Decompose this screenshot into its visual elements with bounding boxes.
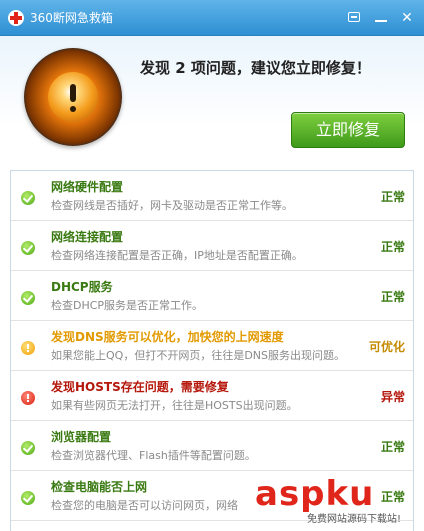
menu-button[interactable] bbox=[344, 8, 364, 28]
minimize-icon bbox=[375, 20, 387, 22]
item-status: 正常 bbox=[380, 190, 405, 204]
watermark: aspku 免费网站源码下载站! bbox=[255, 474, 420, 531]
app-logo-icon bbox=[8, 10, 24, 26]
watermark-subtitle: 免费网站源码下载站! bbox=[307, 514, 402, 525]
alert-inner bbox=[48, 72, 98, 122]
result-headline: 发现 2 项问题，建议您立即修复！ bbox=[140, 59, 371, 77]
item-title: 发现DNS服务可以优化，加快您的上网速度 bbox=[51, 330, 284, 344]
alert-icon bbox=[24, 48, 122, 146]
item-title: 浏览器配置 bbox=[51, 430, 112, 444]
item-status: 可优化 bbox=[368, 340, 405, 354]
item-title: 网络硬件配置 bbox=[51, 180, 124, 194]
warning-icon bbox=[21, 341, 35, 355]
list-item[interactable]: 浏览器配置 检查浏览器代理、Flash插件等配置问题。 正常 bbox=[11, 421, 413, 471]
list-item[interactable]: 网络硬件配置 检查网线是否插好，网卡及驱动是否正常工作等。 正常 bbox=[11, 171, 413, 221]
check-ok-icon bbox=[21, 491, 35, 505]
item-title: 网络连接配置 bbox=[51, 230, 124, 244]
list-item[interactable]: DHCP服务 检查DHCP服务是否正常工作。 正常 bbox=[11, 271, 413, 321]
item-status: 正常 bbox=[380, 290, 405, 304]
title-bar: 360断网急救箱 ✕ bbox=[0, 0, 424, 36]
item-status: 正常 bbox=[380, 240, 405, 254]
item-desc: 检查网线是否插好，网卡及驱动是否正常工作等。 bbox=[51, 199, 293, 212]
result-header: 发现 2 项问题，建议您立即修复！ 立即修复 bbox=[0, 36, 424, 166]
list-item[interactable]: 发现DNS服务可以优化，加快您的上网速度 如果您能上QQ，但打不开网页，往往是D… bbox=[11, 321, 413, 371]
watermark-brand: aspku bbox=[255, 474, 375, 514]
item-title: DHCP服务 bbox=[51, 280, 113, 294]
list-item[interactable]: 发现HOSTS存在问题，需要修复 如果有些网页无法打开，往往是HOSTS出现问题… bbox=[11, 371, 413, 421]
item-desc: 检查浏览器代理、Flash插件等配置问题。 bbox=[51, 449, 256, 462]
minimize-button[interactable] bbox=[371, 8, 391, 28]
item-desc: 检查您的电脑是否可以访问网页，网络 bbox=[51, 499, 238, 512]
list-item[interactable]: 网络连接配置 检查网络连接配置是否正确，IP地址是否配置正确。 正常 bbox=[11, 221, 413, 271]
item-title: 发现HOSTS存在问题，需要修复 bbox=[51, 380, 229, 394]
close-button[interactable]: ✕ bbox=[397, 8, 417, 28]
error-icon bbox=[21, 391, 35, 405]
exclamation-mark bbox=[70, 84, 76, 102]
item-status: 异常 bbox=[380, 390, 405, 404]
item-desc: 如果有些网页无法打开，往往是HOSTS出现问题。 bbox=[51, 399, 298, 412]
fix-now-button[interactable]: 立即修复 bbox=[291, 112, 405, 148]
item-status: 正常 bbox=[380, 440, 405, 454]
menu-icon bbox=[348, 12, 360, 22]
item-desc: 如果您能上QQ，但打不开网页，往往是DNS服务出现问题。 bbox=[51, 349, 345, 362]
check-ok-icon bbox=[21, 191, 35, 205]
check-ok-icon bbox=[21, 441, 35, 455]
exclamation-dot bbox=[70, 106, 76, 112]
close-icon: ✕ bbox=[401, 10, 413, 26]
check-ok-icon bbox=[21, 291, 35, 305]
check-ok-icon bbox=[21, 241, 35, 255]
window-title: 360断网急救箱 bbox=[30, 11, 113, 25]
item-title: 检查电脑能否上网 bbox=[51, 480, 148, 494]
item-desc: 检查DHCP服务是否正常工作。 bbox=[51, 299, 204, 312]
item-desc: 检查网络连接配置是否正确，IP地址是否配置正确。 bbox=[51, 249, 303, 262]
